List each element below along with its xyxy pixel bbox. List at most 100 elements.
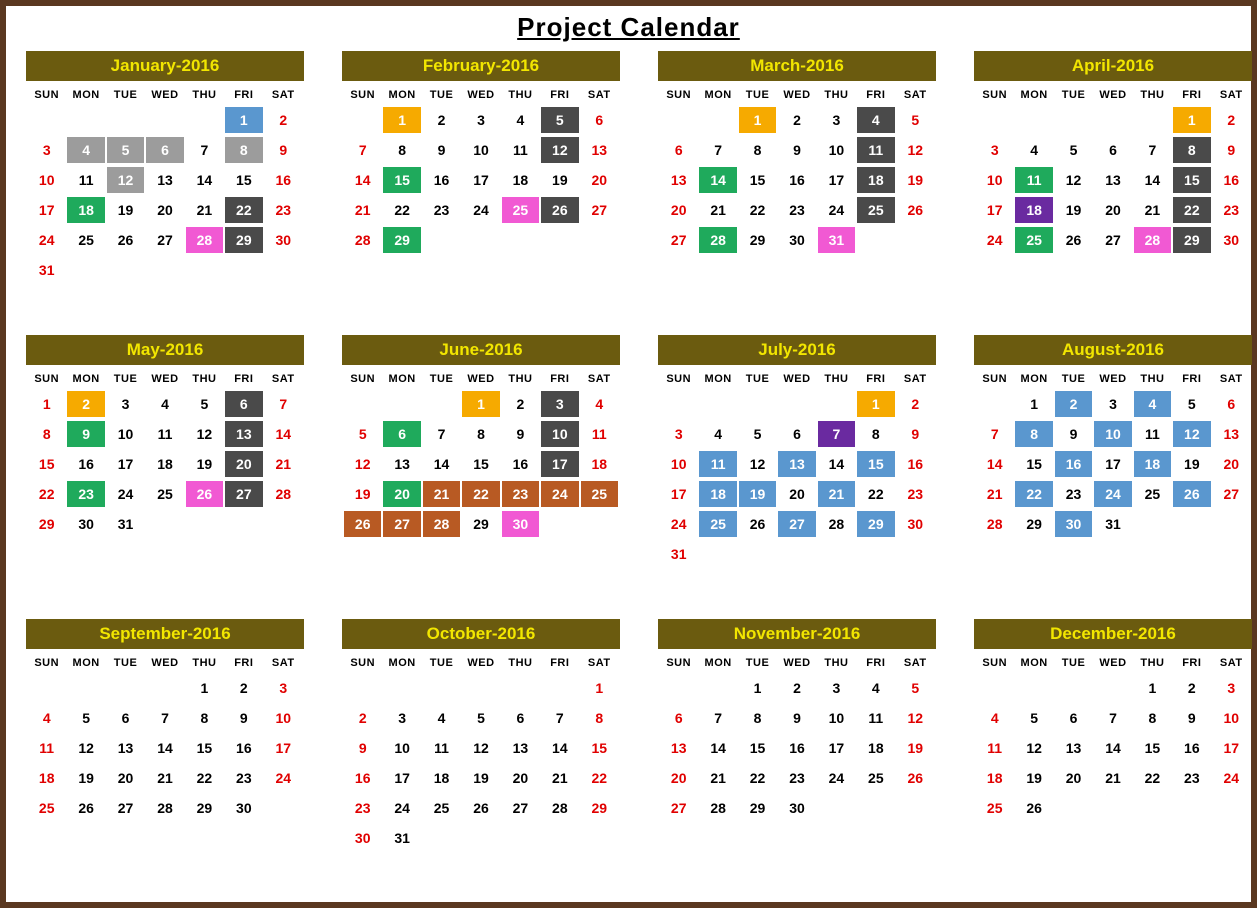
empty-cell bbox=[1173, 795, 1210, 821]
day-cell: 5 bbox=[897, 107, 934, 133]
day-cell: 7 bbox=[541, 705, 578, 731]
day-cell: 17 bbox=[1213, 735, 1250, 761]
weekday-label: MON bbox=[699, 85, 736, 103]
weekday-label: MON bbox=[383, 653, 420, 671]
day-cell: 21 bbox=[265, 451, 302, 477]
day-cell: 27 bbox=[660, 227, 697, 253]
day-cell: 23 bbox=[897, 481, 934, 507]
day-cell: 25 bbox=[1015, 227, 1052, 253]
weekday-label: FRI bbox=[1173, 653, 1210, 671]
day-cell: 6 bbox=[1094, 137, 1131, 163]
empty-cell bbox=[739, 391, 776, 417]
weekday-label: TUE bbox=[739, 653, 776, 671]
empty-cell bbox=[107, 257, 144, 283]
day-cell: 16 bbox=[225, 735, 262, 761]
empty-cell bbox=[1213, 511, 1250, 537]
day-cell: 20 bbox=[502, 765, 539, 791]
empty-cell bbox=[976, 391, 1013, 417]
day-cell: 18 bbox=[581, 451, 618, 477]
day-cell: 1 bbox=[462, 391, 499, 417]
day-cell: 19 bbox=[107, 197, 144, 223]
day-cell: 1 bbox=[581, 675, 618, 701]
empty-cell bbox=[660, 107, 697, 133]
empty-cell bbox=[107, 675, 144, 701]
day-cell: 13 bbox=[660, 735, 697, 761]
day-cell: 20 bbox=[660, 197, 697, 223]
day-cell: 21 bbox=[186, 197, 223, 223]
day-cell: 3 bbox=[976, 137, 1013, 163]
day-cell: 1 bbox=[1015, 391, 1052, 417]
month-block: November-2016SUNMONTUEWEDTHUFRISAT123456… bbox=[658, 619, 936, 879]
day-cell: 5 bbox=[186, 391, 223, 417]
weekday-label: FRI bbox=[225, 653, 262, 671]
day-cell: 29 bbox=[739, 227, 776, 253]
day-cell: 9 bbox=[344, 735, 381, 761]
day-cell: 30 bbox=[67, 511, 104, 537]
day-cell: 1 bbox=[186, 675, 223, 701]
day-cell: 22 bbox=[1134, 765, 1171, 791]
day-cell: 6 bbox=[660, 137, 697, 163]
day-cell: 25 bbox=[699, 511, 736, 537]
weekday-label: WED bbox=[462, 369, 499, 387]
day-cell: 30 bbox=[778, 227, 815, 253]
day-cell: 12 bbox=[1173, 421, 1210, 447]
weekday-label: SAT bbox=[1213, 85, 1250, 103]
weekday-label: THU bbox=[1134, 653, 1171, 671]
day-cell: 23 bbox=[778, 197, 815, 223]
day-cell: 16 bbox=[897, 451, 934, 477]
day-cell: 19 bbox=[897, 167, 934, 193]
day-cell: 2 bbox=[502, 391, 539, 417]
day-cell: 21 bbox=[699, 197, 736, 223]
day-cell: 19 bbox=[67, 765, 104, 791]
day-cell: 10 bbox=[1213, 705, 1250, 731]
day-cell: 28 bbox=[976, 511, 1013, 537]
day-cell: 6 bbox=[1055, 705, 1092, 731]
day-cell: 22 bbox=[581, 765, 618, 791]
day-cell: 25 bbox=[581, 481, 618, 507]
day-cell: 27 bbox=[660, 795, 697, 821]
empty-cell bbox=[778, 391, 815, 417]
day-cell: 25 bbox=[28, 795, 65, 821]
weekday-label: TUE bbox=[107, 653, 144, 671]
day-cell: 6 bbox=[660, 705, 697, 731]
weekday-label: WED bbox=[1094, 653, 1131, 671]
weekday-label: FRI bbox=[541, 653, 578, 671]
day-cell: 14 bbox=[1134, 167, 1171, 193]
day-cell: 1 bbox=[739, 675, 776, 701]
empty-cell bbox=[1094, 795, 1131, 821]
day-cell: 15 bbox=[1134, 735, 1171, 761]
month-block: April-2016SUNMONTUEWEDTHUFRISAT123456789… bbox=[974, 51, 1252, 331]
month-grid: January-2016SUNMONTUEWEDTHUFRISAT1234567… bbox=[26, 51, 1231, 879]
day-cell: 31 bbox=[107, 511, 144, 537]
day-cell: 4 bbox=[67, 137, 104, 163]
day-cell: 14 bbox=[699, 167, 736, 193]
weekday-label: MON bbox=[383, 369, 420, 387]
month-table: SUNMONTUEWEDTHUFRISAT1234567891011121314… bbox=[26, 365, 304, 541]
calendar-frame: Project Calendar January-2016SUNMONTUEWE… bbox=[4, 4, 1253, 904]
day-cell: 23 bbox=[778, 765, 815, 791]
day-cell: 9 bbox=[67, 421, 104, 447]
weekday-label: THU bbox=[502, 85, 539, 103]
day-cell: 12 bbox=[462, 735, 499, 761]
empty-cell bbox=[186, 511, 223, 537]
day-cell: 14 bbox=[423, 451, 460, 477]
day-cell: 19 bbox=[1015, 765, 1052, 791]
day-cell: 31 bbox=[818, 227, 855, 253]
day-cell: 3 bbox=[541, 391, 578, 417]
day-cell: 29 bbox=[857, 511, 894, 537]
weekday-label: WED bbox=[146, 369, 183, 387]
day-cell: 24 bbox=[541, 481, 578, 507]
day-cell: 5 bbox=[462, 705, 499, 731]
empty-cell bbox=[344, 107, 381, 133]
weekday-label: SUN bbox=[660, 653, 697, 671]
day-cell: 31 bbox=[660, 541, 697, 567]
day-cell: 28 bbox=[265, 481, 302, 507]
day-cell: 15 bbox=[225, 167, 262, 193]
day-cell: 2 bbox=[225, 675, 262, 701]
day-cell: 26 bbox=[462, 795, 499, 821]
day-cell: 10 bbox=[541, 421, 578, 447]
day-cell: 11 bbox=[976, 735, 1013, 761]
day-cell: 23 bbox=[1173, 765, 1210, 791]
day-cell: 2 bbox=[1173, 675, 1210, 701]
day-cell: 3 bbox=[462, 107, 499, 133]
